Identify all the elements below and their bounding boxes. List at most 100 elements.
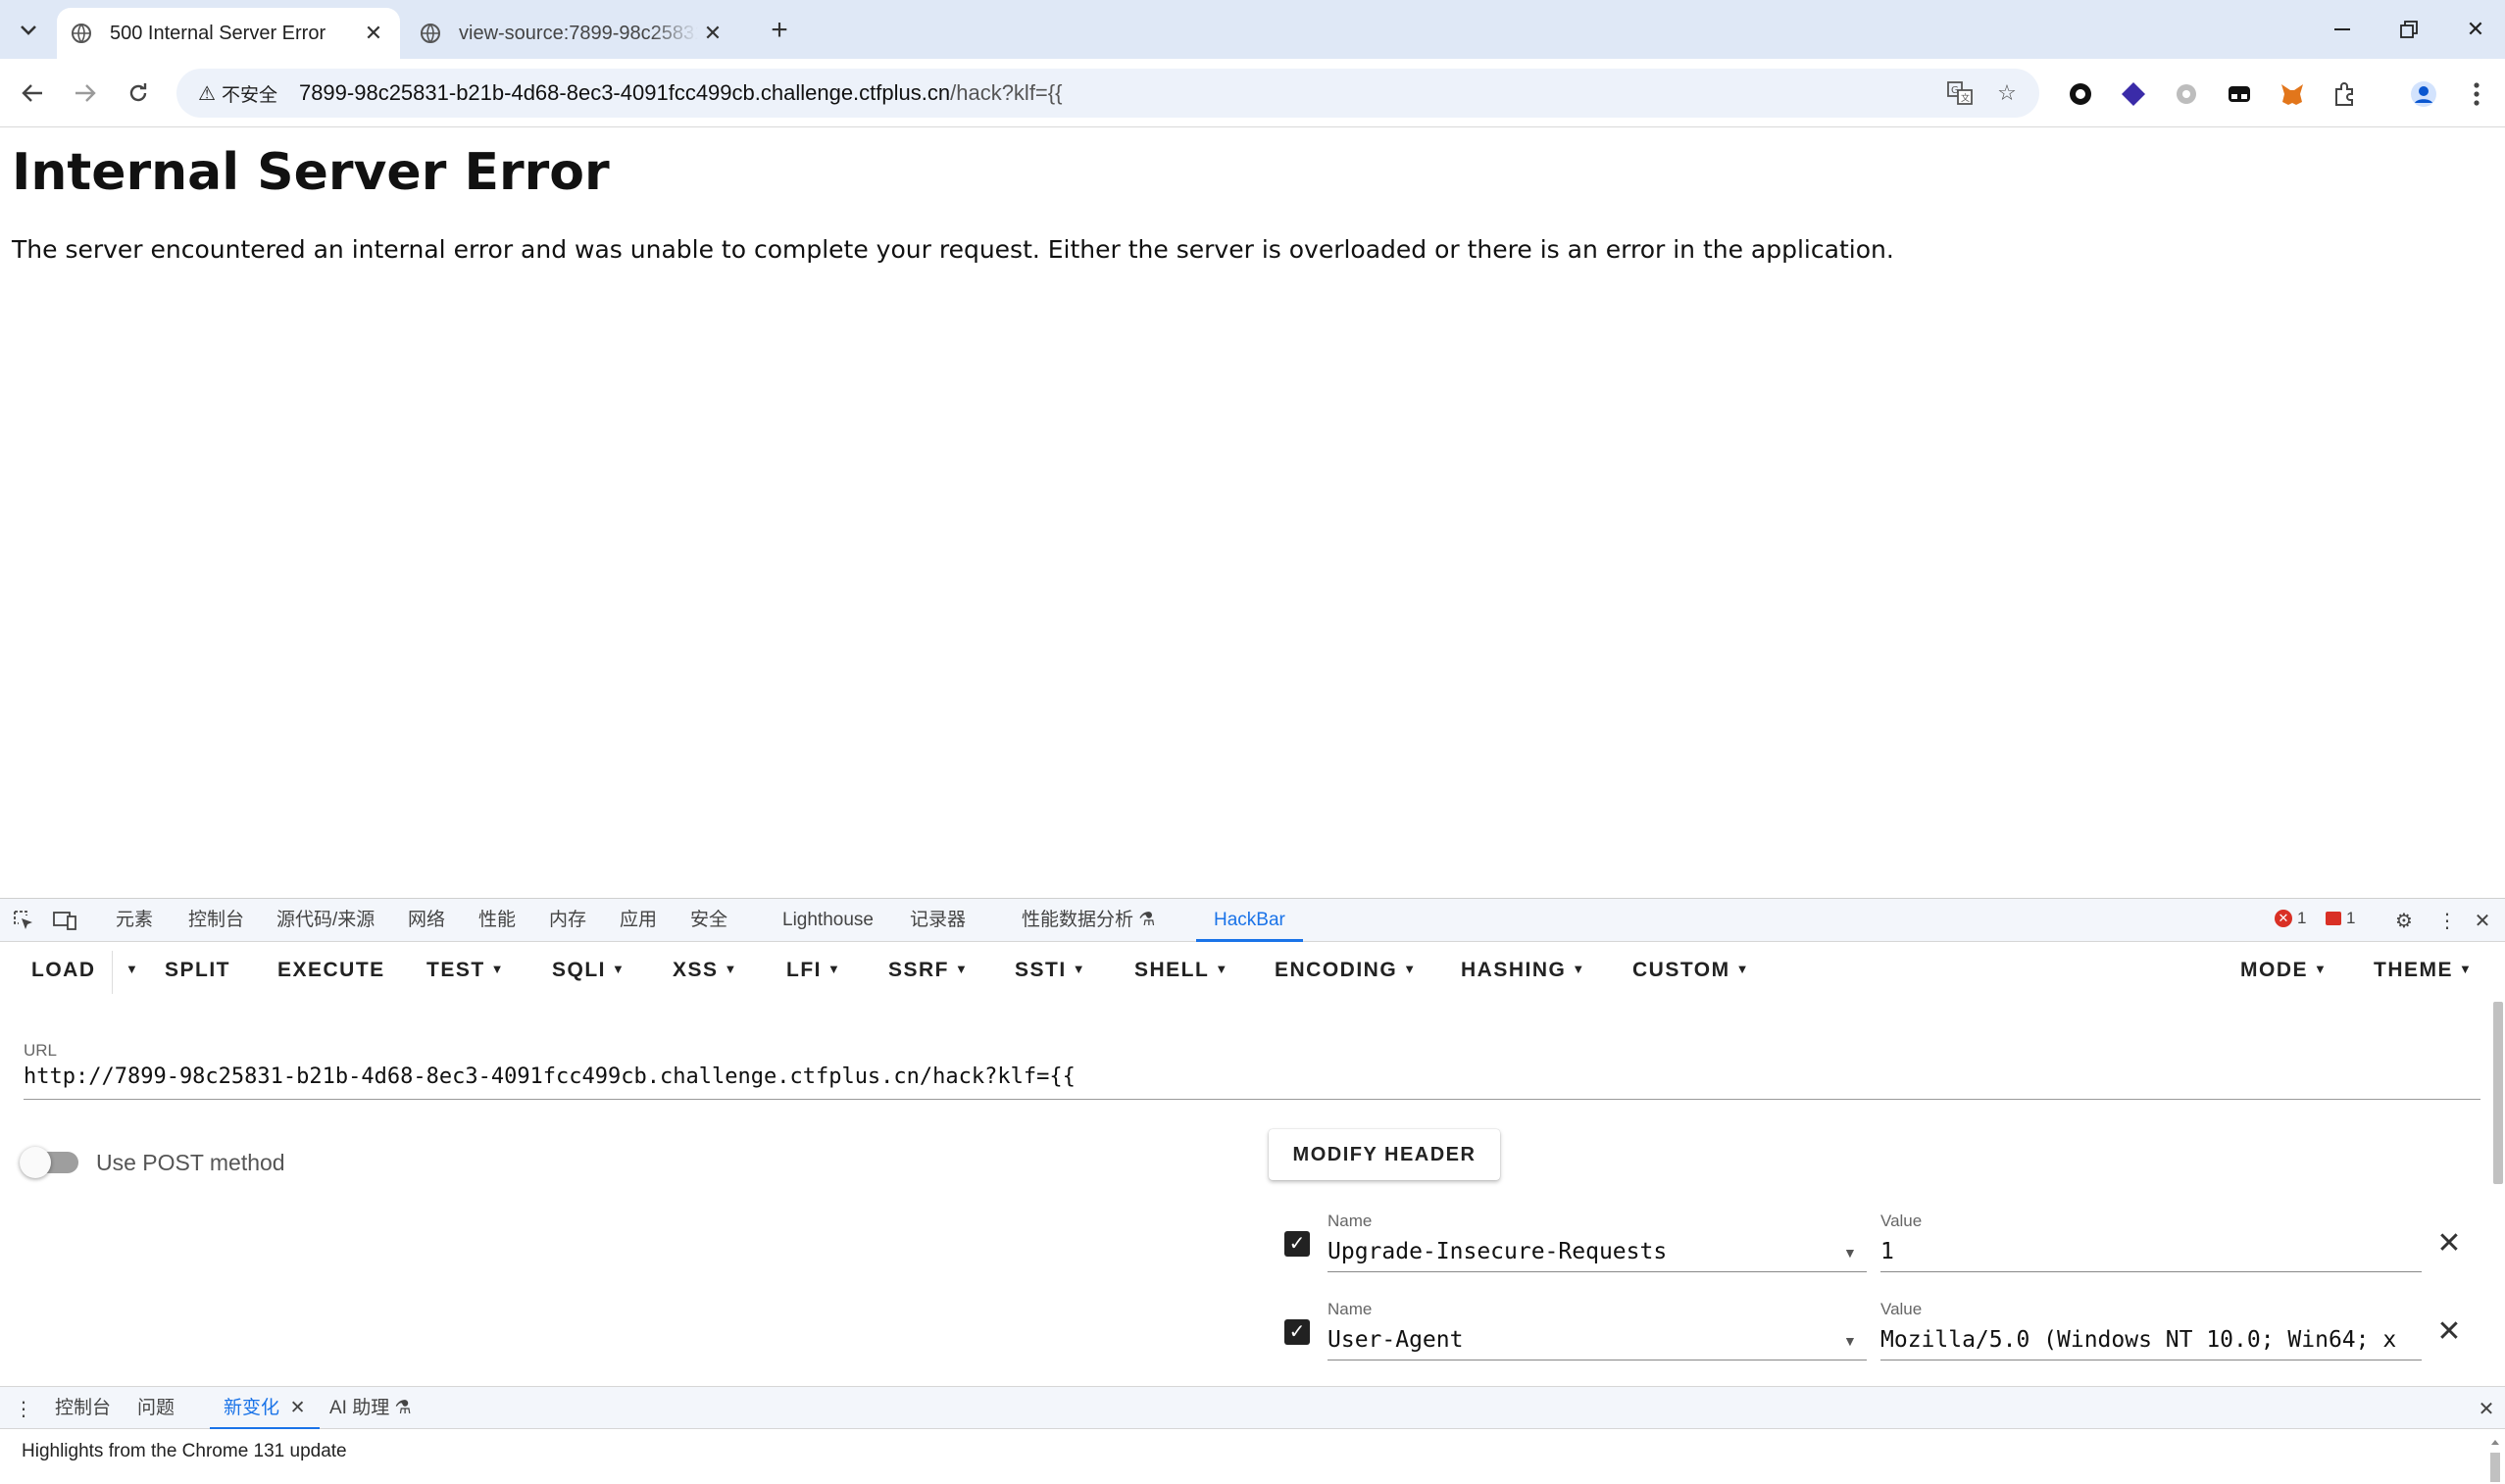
forward-arrow-icon[interactable] [65, 73, 106, 114]
extension-diamond-icon[interactable] [2118, 78, 2149, 110]
drawer-scrollbar[interactable] [2487, 1433, 2503, 1482]
inspect-element-icon[interactable] [10, 907, 37, 934]
header-enabled-checkbox[interactable]: ✓ [1284, 1319, 1310, 1345]
header-name-label: Name [1328, 1212, 1373, 1230]
error-count: 1 [2297, 909, 2307, 927]
caret-down-icon: ▼ [1572, 962, 1586, 976]
extension-gear-icon[interactable] [2171, 78, 2202, 110]
devtools-close-icon[interactable]: ✕ [2469, 907, 2496, 934]
drawer-tab-ai-assistant[interactable]: AI 助理 ⚗ [329, 1387, 412, 1430]
globe-icon [421, 24, 440, 43]
hackbar-shell-menu[interactable]: SHELL ▼ [1134, 959, 1229, 982]
drawer-close-icon[interactable]: ✕ [2473, 1395, 2500, 1422]
devtools-tab-security[interactable]: 安全 [690, 899, 727, 942]
new-tab-plus-icon[interactable]: + [763, 14, 796, 47]
devtools-tab-performance-insights[interactable]: 性能数据分析 ⚗ [1022, 899, 1155, 942]
hackbar-hashing-menu[interactable]: HASHING ▼ [1461, 959, 1586, 982]
remove-header-close-icon[interactable]: ✕ [2431, 1225, 2467, 1261]
url-text[interactable]: 7899-98c25831-b21b-4d68-8ec3-4091fcc499c… [299, 80, 1063, 106]
translate-icon[interactable]: G文 [1941, 74, 1979, 112]
hackbar-mode-menu[interactable]: MODE ▼ [2240, 959, 2328, 982]
caret-down-icon: ▼ [2314, 962, 2329, 976]
url-path: /hack?klf={{ [950, 80, 1063, 105]
hackbar-xss-menu[interactable]: XSS ▼ [673, 959, 738, 982]
tab-title: 500 Internal Server Error [110, 22, 326, 44]
whats-new-headline: Highlights from the Chrome 131 update [22, 1441, 347, 1461]
tab-close-icon[interactable]: ✕ [698, 19, 727, 48]
tab-search-chevron-down-icon[interactable] [12, 14, 45, 47]
tab-view-source[interactable]: view-source:7899-98c25831- ✕ [406, 8, 739, 59]
devtools-tab-hackbar[interactable]: HackBar [1196, 899, 1303, 942]
extensions-puzzle-icon[interactable] [2330, 78, 2361, 110]
restore-icon[interactable] [2384, 10, 2433, 49]
address-bar[interactable]: ⚠ 不安全 7899-98c25831-b21b-4d68-8ec3-4091f… [176, 69, 2039, 118]
header-enabled-checkbox[interactable]: ✓ [1284, 1231, 1310, 1257]
settings-gear-icon[interactable]: ⚙ [2390, 907, 2418, 934]
devtools-tab-application[interactable]: 应用 [620, 899, 657, 942]
issue-count-badge[interactable]: 1 [2326, 909, 2355, 928]
hackbar-lfi-menu[interactable]: LFI ▼ [786, 959, 841, 982]
minimize-icon[interactable] [2318, 10, 2367, 49]
devtools-tab-network[interactable]: 网络 [408, 899, 445, 942]
tab-label: 新变化 [224, 1398, 280, 1418]
devtools-tab-memory[interactable]: 内存 [549, 899, 586, 942]
dropdown-caret-icon[interactable]: ▼ [1843, 1245, 1857, 1261]
hackbar-scrollbar[interactable] [2493, 1002, 2503, 1184]
hackbar-load-button[interactable]: LOAD [31, 959, 96, 982]
header-name-select[interactable]: Upgrade-Insecure-Requests [1328, 1235, 1867, 1272]
devtools-panel: 元素 控制台 源代码/来源 网络 性能 内存 应用 安全 Lighthouse … [0, 898, 2505, 1484]
modify-header-button[interactable]: MODIFY HEADER [1269, 1129, 1500, 1180]
devtools-menu-kebab-icon[interactable]: ⋮ [2433, 907, 2461, 934]
hackbar-split-button[interactable]: SPLIT [165, 959, 230, 982]
header-name-select[interactable]: User-Agent [1328, 1323, 1867, 1360]
tab-active[interactable]: 500 Internal Server Error ✕ [57, 8, 400, 59]
menu-label: MODE [2240, 959, 2308, 981]
dropdown-caret-icon[interactable]: ▼ [1843, 1333, 1857, 1349]
devtools-tab-sources[interactable]: 源代码/来源 [276, 899, 375, 942]
post-method-toggle[interactable] [20, 1147, 78, 1178]
profile-avatar-icon[interactable] [2408, 78, 2439, 110]
header-row: ✓ Name Upgrade-Insecure-Requests ▼ Value… [1275, 1210, 2490, 1284]
drawer-menu-kebab-icon[interactable]: ⋮ [10, 1395, 37, 1422]
hackbar-sqli-menu[interactable]: SQLI ▼ [552, 959, 626, 982]
hackbar-theme-menu[interactable]: THEME ▼ [2374, 959, 2473, 982]
window-close-icon[interactable]: ✕ [2451, 10, 2500, 49]
devtools-tab-lighthouse[interactable]: Lighthouse [782, 899, 874, 942]
hackbar-load-dropdown-icon[interactable]: ▼ [120, 959, 139, 982]
browser-menu-kebab-icon[interactable] [2461, 78, 2492, 110]
url-host: 7899-98c25831-b21b-4d68-8ec3-4091fcc499c… [298, 80, 951, 105]
header-name-label: Name [1328, 1300, 1373, 1318]
hackbar-ssrf-menu[interactable]: SSRF ▼ [888, 959, 969, 982]
hackbar-test-menu[interactable]: TEST ▼ [426, 959, 505, 982]
extension-circle-icon[interactable] [2065, 78, 2096, 110]
menu-label: LFI [786, 959, 822, 981]
devtools-tab-performance[interactable]: 性能 [478, 899, 516, 942]
metamask-fox-icon[interactable] [2277, 78, 2308, 110]
close-tab-icon[interactable]: ✕ [290, 1398, 306, 1418]
drawer-tab-whats-new[interactable]: 新变化 ✕ [210, 1387, 320, 1430]
drawer-tab-console[interactable]: 控制台 [55, 1387, 111, 1430]
hackbar-ssti-menu[interactable]: SSTI ▼ [1015, 959, 1086, 982]
hackbar-encoding-menu[interactable]: ENCODING ▼ [1275, 959, 1418, 982]
bookmark-star-icon[interactable]: ☆ [1988, 74, 2026, 112]
error-count-badge[interactable]: ✕ 1 [2275, 909, 2306, 928]
header-value-input[interactable]: 1 [1880, 1235, 2422, 1272]
devtools-tab-elements[interactable]: 元素 [116, 899, 153, 942]
reload-icon[interactable] [118, 73, 159, 114]
hackbar-execute-button[interactable]: EXECUTE [277, 959, 385, 982]
hackbar-url-input[interactable]: http://7899-98c25831-b21b-4d68-8ec3-4091… [24, 1064, 2480, 1100]
hackbar-custom-menu[interactable]: CUSTOM ▼ [1632, 959, 1750, 982]
tab-label: 性能数据分析 [1022, 910, 1134, 930]
back-arrow-icon[interactable] [12, 73, 53, 114]
device-toggle-icon[interactable] [51, 907, 78, 934]
extension-glasses-icon[interactable] [2224, 78, 2255, 110]
caret-down-icon: ▼ [1215, 962, 1229, 976]
not-secure-chip[interactable]: ⚠ 不安全 [190, 75, 285, 111]
header-value-input[interactable]: Mozilla/5.0 (Windows NT 10.0; Win64; x [1880, 1323, 2422, 1360]
devtools-tab-console[interactable]: 控制台 [188, 899, 244, 942]
devtools-tab-recorder[interactable]: 记录器 [910, 899, 966, 942]
tab-close-icon[interactable]: ✕ [359, 19, 388, 48]
drawer-tab-issues[interactable]: 问题 [137, 1387, 175, 1430]
remove-header-close-icon[interactable]: ✕ [2431, 1313, 2467, 1349]
menu-label: SHELL [1134, 959, 1210, 981]
